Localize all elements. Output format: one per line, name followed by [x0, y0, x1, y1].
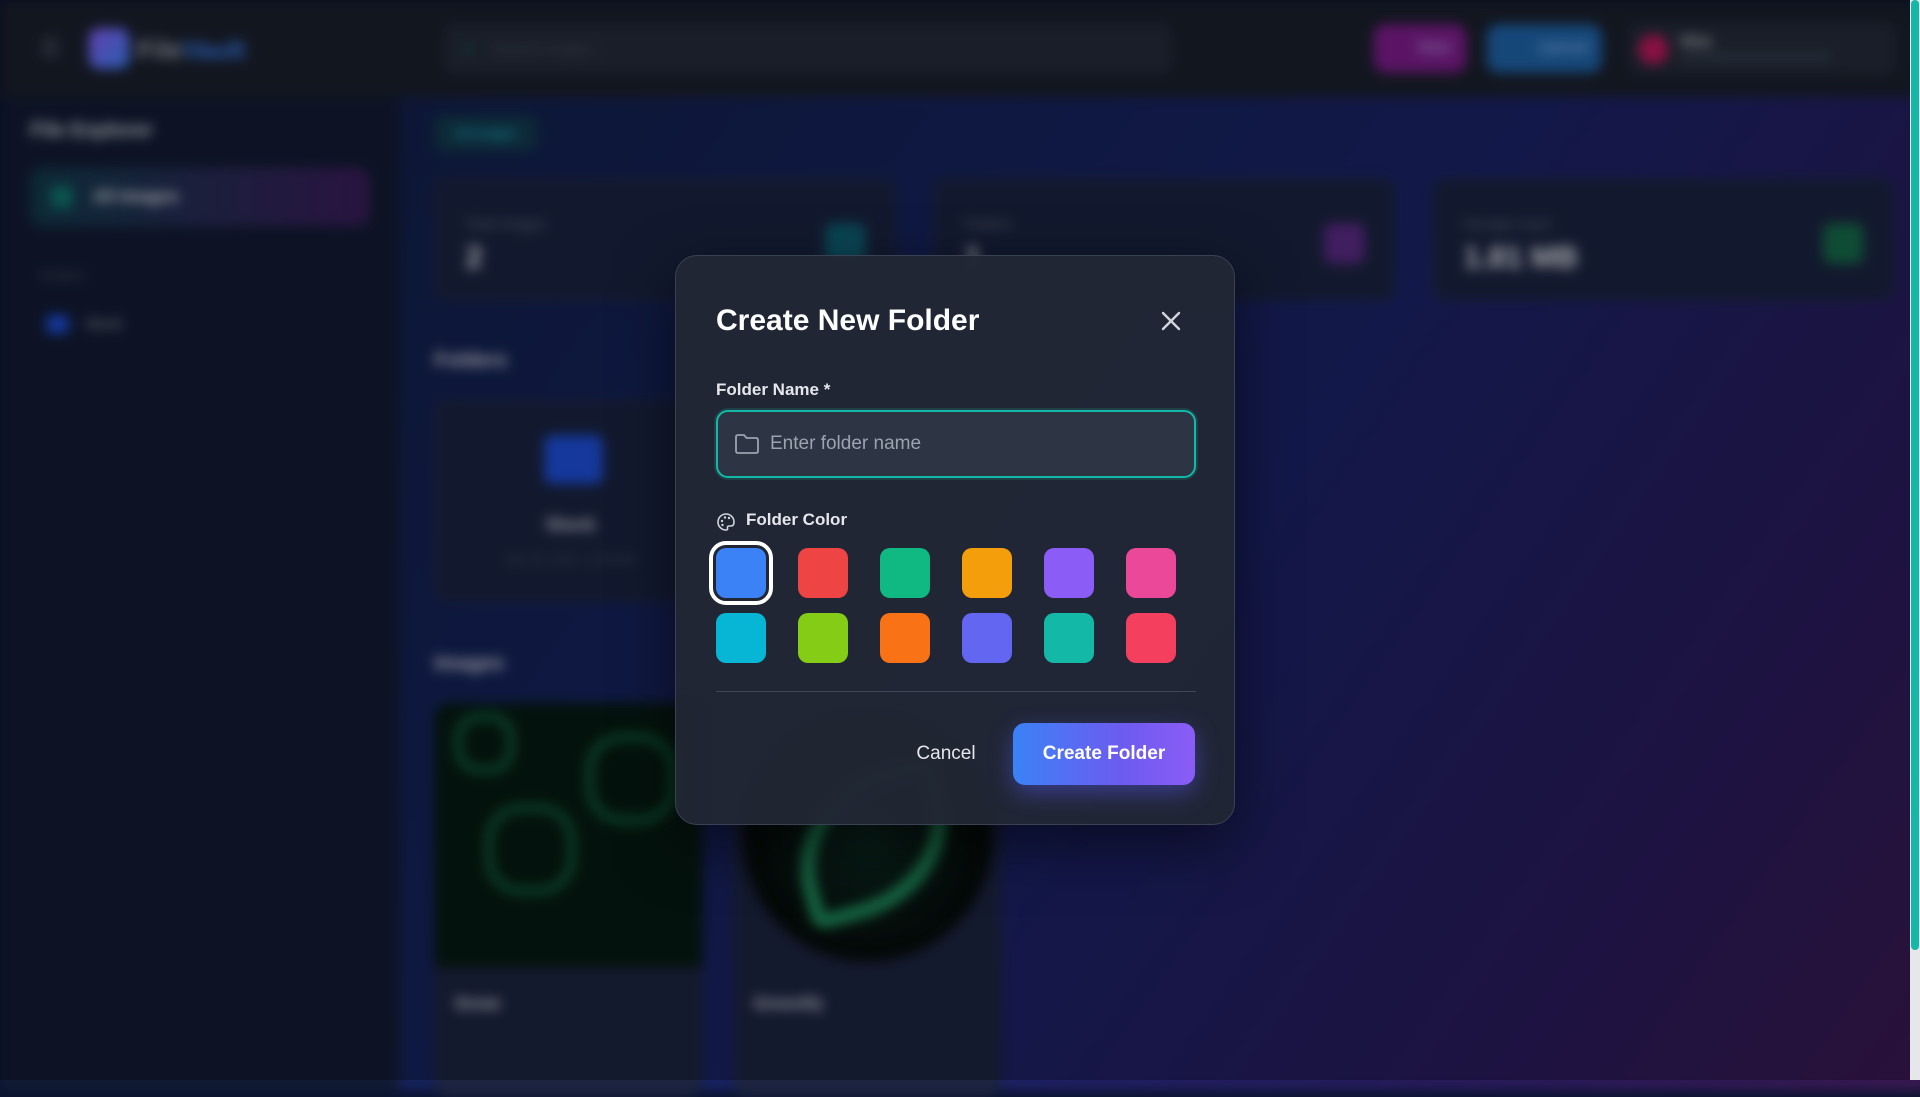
scrollbar-thumb[interactable]: [1911, 0, 1919, 950]
color-swatch-12[interactable]: [1126, 613, 1176, 663]
folder-name-label: Folder Name *: [716, 380, 831, 399]
dialog-title: Create New Folder: [716, 304, 980, 337]
folder-name-input[interactable]: [768, 420, 1178, 468]
color-swatch-2[interactable]: [798, 548, 848, 598]
folder-color-text: Folder Color: [746, 510, 848, 529]
color-swatch-9[interactable]: [880, 613, 930, 663]
palette-icon: [717, 513, 735, 531]
color-swatch-11[interactable]: [1044, 613, 1094, 663]
folder-name-field[interactable]: [716, 410, 1196, 478]
color-swatch-7[interactable]: [716, 613, 766, 663]
divider: [716, 691, 1196, 692]
folder-icon: [735, 434, 759, 454]
color-swatch-8[interactable]: [798, 613, 848, 663]
color-swatch-10[interactable]: [962, 613, 1012, 663]
cancel-button[interactable]: Cancel: [886, 723, 1006, 785]
close-icon: [1161, 311, 1181, 331]
page-scrollbar[interactable]: [1910, 0, 1920, 1080]
color-swatch-5[interactable]: [1044, 548, 1094, 598]
create-folder-button[interactable]: Create Folder: [1013, 723, 1195, 785]
color-swatch-3[interactable]: [880, 548, 930, 598]
color-swatch-1[interactable]: [709, 541, 773, 605]
color-swatch-6[interactable]: [1126, 548, 1176, 598]
create-folder-dialog: Create New Folder Folder Name * Folder C…: [675, 255, 1235, 825]
color-swatch-4[interactable]: [962, 548, 1012, 598]
close-button[interactable]: [1156, 306, 1186, 336]
